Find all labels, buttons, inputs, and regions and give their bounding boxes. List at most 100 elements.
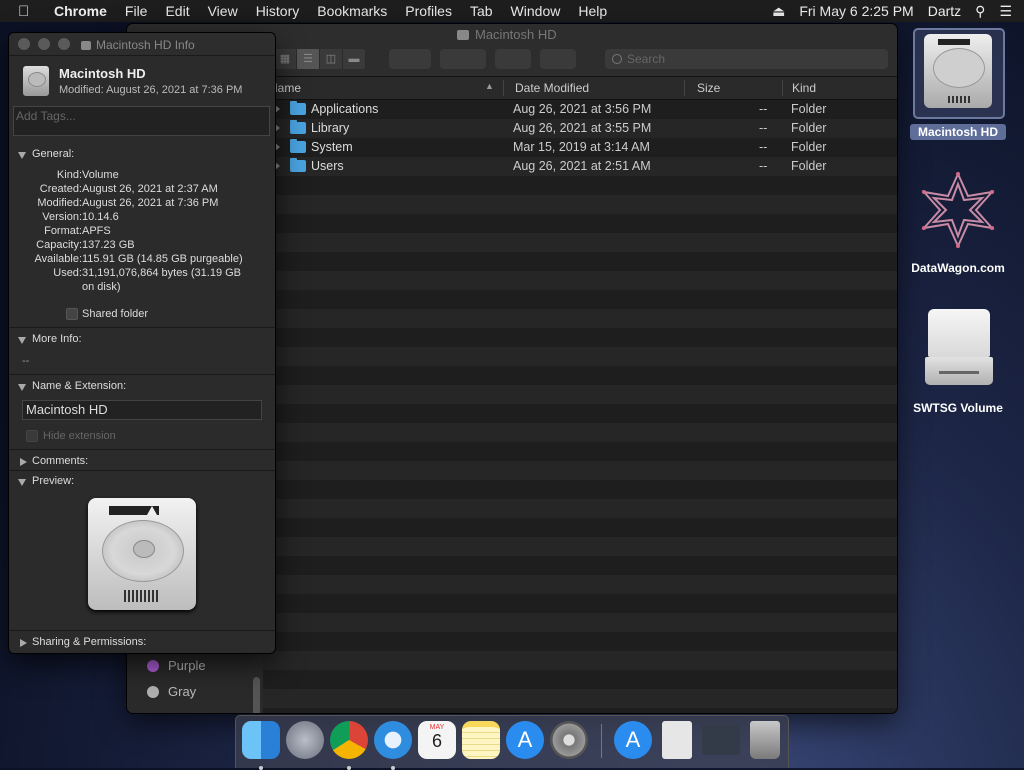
disclosure-closed-icon[interactable] (20, 458, 27, 466)
safari-dock-icon[interactable] (374, 721, 412, 770)
menu-profiles[interactable]: Profiles (405, 3, 452, 19)
list-view-button[interactable]: ☰ (297, 49, 320, 69)
add-tags-input[interactable]: Add Tags... (13, 106, 270, 136)
calendar-dock-icon[interactable]: MAY 6 (418, 721, 456, 759)
hide-extension-label: Hide extension (43, 430, 116, 442)
system-preferences-gear-icon[interactable] (550, 721, 588, 759)
eject-icon[interactable]: ⏏ (772, 3, 785, 20)
shared-folder-label: Shared folder (82, 308, 149, 320)
app-store-dock-icon[interactable]: A (506, 721, 544, 759)
trash-dock-icon[interactable] (750, 721, 780, 759)
section-general[interactable]: General: (9, 148, 275, 164)
sort-ascending-icon[interactable]: ▲ (485, 81, 494, 91)
spotlight-search-icon[interactable]: ⚲ (975, 3, 985, 20)
finder-search-input[interactable]: Search (605, 49, 888, 69)
menu-view[interactable]: View (208, 3, 238, 19)
detail-value: 31,191,076,864 bytes (31.19 GB (82, 267, 242, 279)
file-row[interactable]: Users Aug 26, 2021 at 2:51 AM -- Folder (263, 157, 897, 176)
detail-value: 10.14.6 (82, 211, 119, 223)
action-gear-icon[interactable] (440, 49, 486, 69)
desktop-icon-label[interactable]: DataWagon.com (900, 261, 1016, 275)
menu-file[interactable]: File (125, 3, 148, 19)
shared-folder-checkbox[interactable] (66, 308, 78, 320)
section-comments[interactable]: Comments: (9, 455, 275, 471)
disclosure-open-icon[interactable] (18, 384, 26, 391)
column-view-button[interactable]: ◫ (320, 49, 343, 69)
column-header-date[interactable]: Date Modified (515, 81, 589, 95)
folder-icon (290, 101, 306, 115)
section-label: Preview: (32, 475, 75, 487)
close-button[interactable] (18, 38, 30, 50)
section-name-extension[interactable]: Name & Extension: (9, 380, 275, 396)
column-header-kind[interactable]: Kind (792, 81, 816, 95)
file-row[interactable]: Applications Aug 26, 2021 at 3:56 PM -- … (263, 100, 897, 119)
menu-clock[interactable]: Fri May 6 2:25 PM (799, 3, 913, 19)
menu-help[interactable]: Help (578, 3, 607, 19)
file-row[interactable]: Library Aug 26, 2021 at 3:55 PM -- Folde… (263, 119, 897, 138)
info-modified: Modified: August 26, 2021 at 7:36 PM (59, 84, 243, 96)
disclosure-open-icon[interactable] (18, 479, 26, 486)
file-list: Applications Aug 26, 2021 at 3:56 PM -- … (263, 100, 897, 713)
sidebar-tag-gray[interactable]: Gray (147, 684, 196, 699)
menu-bar:  Chrome File Edit View History Bookmark… (0, 0, 1024, 22)
macintosh-hd-disk-icon[interactable] (924, 34, 992, 108)
file-date: Aug 26, 2021 at 2:51 AM (513, 159, 651, 173)
file-kind: Folder (791, 159, 827, 173)
section-preview[interactable]: Preview: (9, 475, 275, 491)
document-dock-icon[interactable] (662, 721, 692, 759)
icon-view-button[interactable]: ▦ (274, 49, 297, 69)
apple-menu-icon[interactable]:  (18, 3, 38, 20)
zoom-button[interactable] (58, 38, 70, 50)
menu-chrome[interactable]: Chrome (54, 3, 107, 19)
disclosure-triangle-icon[interactable] (275, 162, 280, 170)
share-icon[interactable] (495, 49, 531, 69)
column-header-size[interactable]: Size (697, 81, 720, 95)
gallery-view-button[interactable]: ▬ (343, 49, 366, 69)
gray-tag-icon (147, 685, 159, 698)
info-item-name: Macintosh HD (59, 66, 146, 81)
disclosure-triangle-icon[interactable] (275, 124, 280, 132)
name-input[interactable]: Macintosh HD (22, 400, 262, 420)
screen-sharing-dock-icon[interactable] (702, 725, 740, 755)
file-row[interactable]: System Mar 15, 2019 at 3:14 AM -- Folder (263, 138, 897, 157)
hard-disk-icon (457, 29, 469, 40)
file-kind: Folder (791, 102, 827, 116)
detail-key: Available: (34, 253, 83, 265)
notification-center-icon[interactable]: ☰ (999, 3, 1012, 20)
menu-history[interactable]: History (256, 3, 300, 19)
section-more-info[interactable]: More Info: (9, 333, 275, 349)
disclosure-closed-icon[interactable] (20, 639, 27, 647)
disclosure-open-icon[interactable] (18, 337, 26, 344)
finder-dock-icon[interactable] (242, 721, 280, 770)
group-by-button[interactable] (389, 49, 431, 69)
menu-edit[interactable]: Edit (165, 3, 189, 19)
menu-bookmarks[interactable]: Bookmarks (317, 3, 387, 19)
view-mode-selector[interactable]: ▦ ☰ ◫ ▬ (274, 49, 366, 69)
section-label: More Info: (32, 333, 82, 345)
section-sharing-permissions[interactable]: Sharing & Permissions: (9, 636, 275, 652)
more-info-value: -- (22, 355, 30, 367)
notes-dock-icon[interactable] (462, 721, 500, 759)
menu-tab[interactable]: Tab (470, 3, 493, 19)
chrome-dock-icon[interactable] (330, 721, 368, 770)
sidebar-scrollbar[interactable] (253, 677, 260, 713)
disclosure-triangle-icon[interactable] (275, 105, 280, 113)
datawagon-logo-icon[interactable] (918, 170, 998, 250)
file-date: Aug 26, 2021 at 3:56 PM (513, 102, 652, 116)
tag-icon[interactable] (540, 49, 576, 69)
menu-user[interactable]: Dartz (928, 3, 961, 19)
disclosure-triangle-icon[interactable] (275, 143, 280, 151)
disclosure-open-icon[interactable] (18, 152, 26, 159)
file-name: Applications (311, 102, 379, 116)
launchpad-dock-icon[interactable] (286, 721, 324, 759)
hide-extension-checkbox[interactable] (26, 430, 38, 442)
file-name: Users (311, 159, 344, 173)
desktop-icon-label[interactable]: Macintosh HD (910, 124, 1006, 140)
menu-window[interactable]: Window (511, 3, 561, 19)
external-drive-icon[interactable] (925, 309, 993, 387)
desktop-icon-label[interactable]: SWTSG Volume (900, 401, 1016, 415)
folder-icon (290, 158, 306, 172)
app-store-folder-dock-icon[interactable]: A (614, 721, 652, 759)
minimize-button[interactable] (38, 38, 50, 50)
sidebar-tag-purple[interactable]: Purple (147, 658, 206, 673)
